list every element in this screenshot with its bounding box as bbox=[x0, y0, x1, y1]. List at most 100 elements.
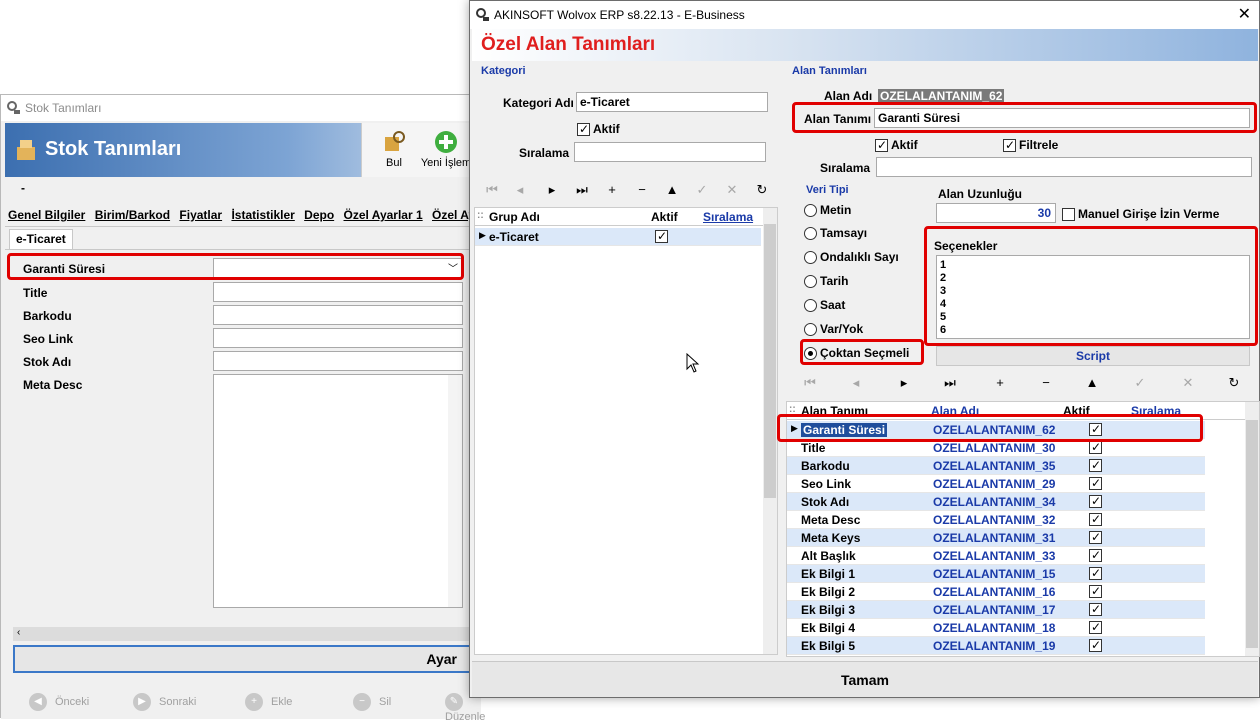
tab-depo[interactable]: Depo bbox=[301, 205, 337, 225]
radio-saat[interactable]: Saat bbox=[804, 298, 845, 313]
scroll-thumb[interactable] bbox=[764, 224, 776, 498]
seo-link-input[interactable] bbox=[213, 328, 463, 348]
yeni-islem-button[interactable]: Yeni İşlem bbox=[418, 129, 474, 169]
up-icon[interactable]: ▲ bbox=[1082, 375, 1102, 390]
prev-record-icon[interactable]: ◂ bbox=[846, 375, 866, 391]
kategori-siralama-input[interactable] bbox=[574, 142, 766, 162]
add-record-icon[interactable]: + bbox=[990, 375, 1010, 390]
col-siralama[interactable]: Sıralama bbox=[703, 210, 753, 224]
cancel-icon[interactable]: ✕ bbox=[722, 182, 742, 198]
radio-tarih[interactable]: Tarih bbox=[804, 274, 848, 289]
kategori-group-title: Kategori bbox=[481, 65, 526, 77]
radio-ondalikli[interactable]: Ondalıklı Sayı bbox=[804, 250, 899, 265]
stock-box-icon bbox=[17, 140, 35, 160]
page-title: Stok Tanımları bbox=[45, 138, 182, 160]
add-record-icon[interactable]: + bbox=[602, 182, 622, 197]
table-row[interactable]: Alt Başlık OZELALANTANIM_33 bbox=[787, 547, 1205, 565]
table-row[interactable]: Meta Keys OZELALANTANIM_31 bbox=[787, 529, 1205, 547]
barkodu-input[interactable] bbox=[213, 305, 463, 325]
alan-group-title: Alan Tanımları bbox=[792, 65, 867, 77]
table-row[interactable]: Ek Bilgi 2 OZELALANTANIM_16 bbox=[787, 583, 1205, 601]
refresh-icon[interactable]: ↻ bbox=[1224, 375, 1244, 391]
tamam-button[interactable]: Tamam bbox=[472, 661, 1258, 697]
stok-adi-input[interactable] bbox=[213, 351, 463, 371]
highlight-coktan-secmeli bbox=[800, 339, 924, 365]
horizontal-scrollbar[interactable]: ‹ bbox=[13, 627, 481, 641]
ak-titlebar[interactable]: AKINSOFT Wolvox ERP s8.22.13 - E-Busines… bbox=[470, 1, 1259, 29]
up-icon[interactable]: ▲ bbox=[662, 182, 682, 197]
next-record-icon[interactable]: ▸ bbox=[894, 375, 914, 391]
table-row[interactable]: Ek Bilgi 3 OZELALANTANIM_17 bbox=[787, 601, 1205, 619]
table-row[interactable]: Ek Bilgi 1 OZELALANTANIM_15 bbox=[787, 565, 1205, 583]
table-row[interactable]: Barkodu OZELALANTANIM_35 bbox=[787, 457, 1205, 475]
kategori-grid-scrollbar[interactable] bbox=[763, 208, 777, 654]
title-input[interactable] bbox=[213, 282, 463, 302]
tab-fiyatlar[interactable]: Fiyatlar bbox=[176, 205, 225, 225]
checkbox-checked-icon bbox=[1089, 457, 1102, 473]
delete-record-icon[interactable]: − bbox=[1036, 375, 1056, 390]
chevron-left-icon[interactable]: ‹ bbox=[17, 627, 20, 638]
confirm-icon[interactable]: ✓ bbox=[1130, 375, 1150, 391]
radio-tamsayi[interactable]: Tamsayı bbox=[804, 226, 867, 241]
tab-istatistikler[interactable]: İstatistikler bbox=[228, 205, 297, 225]
alan-uzunlugu-input[interactable]: 30 bbox=[936, 203, 1056, 223]
radio-icon bbox=[804, 227, 817, 241]
last-record-icon[interactable]: ⏭ bbox=[572, 182, 592, 198]
scroll-thumb[interactable] bbox=[1246, 420, 1258, 648]
stok-fields-panel: Garanti Süresi ﹀ Title Barkodu Seo Link … bbox=[5, 249, 481, 629]
field-label-stok-adi: Stok Adı bbox=[23, 355, 72, 369]
table-row[interactable]: Seo Link OZELALANTANIM_29 bbox=[787, 475, 1205, 493]
ayar-button[interactable]: Ayar bbox=[13, 645, 481, 673]
onceki-button[interactable]: ◀ Önceki bbox=[29, 693, 89, 711]
field-label-seo-link: Seo Link bbox=[23, 332, 74, 346]
kategori-adi-label: Kategori Adı bbox=[503, 96, 574, 110]
toolbar: Bul Yeni İşlem bbox=[361, 123, 477, 177]
page-title: Özel Alan Tanımları bbox=[481, 34, 656, 55]
radio-var-yok[interactable]: Var/Yok bbox=[804, 322, 863, 337]
col-aktif[interactable]: Aktif bbox=[651, 210, 678, 224]
script-button[interactable]: Script bbox=[936, 346, 1250, 366]
checkbox-checked-icon bbox=[1089, 565, 1102, 581]
table-row[interactable]: ▶ e-Ticaret bbox=[475, 228, 761, 246]
kategori-adi-input[interactable]: e-Ticaret bbox=[576, 92, 768, 112]
bul-button[interactable]: Bul bbox=[366, 129, 422, 169]
mouse-cursor-icon bbox=[686, 353, 700, 373]
close-icon[interactable]: ✕ bbox=[1238, 1, 1251, 29]
alan-siralama-input[interactable] bbox=[876, 157, 1252, 177]
filtrele-checkbox[interactable]: Filtrele bbox=[1003, 137, 1058, 153]
manuel-girise-checkbox[interactable]: Manuel Girişe İzin Verme bbox=[1062, 207, 1219, 222]
kategori-aktif-checkbox[interactable]: Aktif bbox=[577, 121, 620, 137]
ekle-button[interactable]: + Ekle bbox=[245, 693, 292, 711]
stok-titlebar[interactable]: Stok Tanımları bbox=[1, 95, 481, 121]
table-row[interactable]: Meta Desc OZELALANTANIM_32 bbox=[787, 511, 1205, 529]
first-record-icon[interactable]: ⏮ bbox=[800, 375, 820, 391]
refresh-icon[interactable]: ↻ bbox=[752, 182, 772, 198]
alan-grid-scrollbar[interactable] bbox=[1245, 402, 1259, 656]
kategori-siralama-label: Sıralama bbox=[519, 146, 570, 160]
col-grup-adi[interactable]: Grup Adı bbox=[489, 210, 540, 224]
tab-ozel-ayarlar-1[interactable]: Özel Ayarlar 1 bbox=[341, 205, 426, 225]
last-record-icon[interactable]: ⏭ bbox=[940, 375, 960, 391]
subtab-e-ticaret[interactable]: e-Ticaret bbox=[9, 229, 73, 249]
sil-button[interactable]: − Sil bbox=[353, 693, 391, 711]
cancel-icon[interactable]: ✕ bbox=[1178, 375, 1198, 391]
textarea-scrollbar[interactable] bbox=[448, 375, 462, 607]
prev-record-icon[interactable]: ◂ bbox=[510, 182, 530, 198]
alan-aktif-checkbox[interactable]: Aktif bbox=[875, 137, 918, 153]
sonraki-button[interactable]: ▶ Sonraki bbox=[133, 693, 196, 711]
checkbox-icon bbox=[1062, 208, 1075, 222]
table-row[interactable]: Ek Bilgi 4 OZELALANTANIM_18 bbox=[787, 619, 1205, 637]
tab-birim-barkod[interactable]: Birim/Barkod bbox=[92, 205, 173, 225]
table-row[interactable]: Ek Bilgi 5 OZELALANTANIM_19 bbox=[787, 637, 1205, 655]
confirm-icon[interactable]: ✓ bbox=[692, 182, 712, 198]
add-icon bbox=[435, 131, 457, 153]
tab-genel-bilgiler[interactable]: Genel Bilgiler bbox=[5, 205, 88, 225]
delete-record-icon[interactable]: − bbox=[632, 182, 652, 197]
radio-metin[interactable]: Metin bbox=[804, 203, 851, 218]
next-record-icon[interactable]: ▸ bbox=[542, 182, 562, 198]
table-row[interactable]: Stok Adı OZELALANTANIM_34 bbox=[787, 493, 1205, 511]
checkbox-checked-icon bbox=[1089, 439, 1102, 455]
checkbox-checked-icon bbox=[1089, 547, 1102, 563]
first-record-icon[interactable]: ⏮ bbox=[482, 182, 502, 198]
meta-desc-textarea[interactable] bbox=[213, 374, 463, 608]
